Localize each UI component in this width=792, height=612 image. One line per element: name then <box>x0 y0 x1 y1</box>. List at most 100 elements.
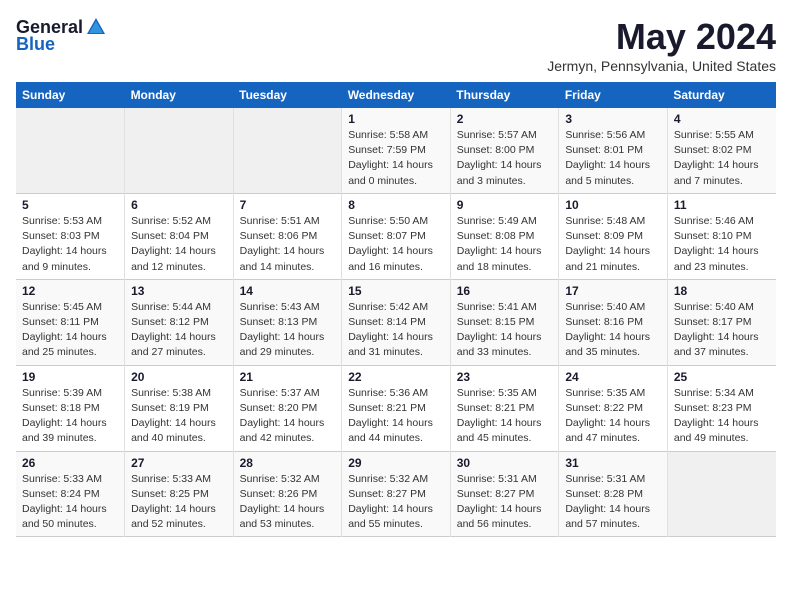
calendar-cell: 31 Sunrise: 5:31 AMSunset: 8:28 PMDayligh… <box>559 451 668 537</box>
day-number: 28 <box>240 456 336 470</box>
day-info: Sunrise: 5:31 AMSunset: 8:28 PMDaylight:… <box>565 472 661 533</box>
calendar-cell: 5Sunrise: 5:53 AMSunset: 8:03 PMDaylight… <box>16 193 125 279</box>
calendar-cell: 29 Sunrise: 5:32 AMSunset: 8:27 PMDayligh… <box>342 451 451 537</box>
day-number: 14 <box>240 284 336 298</box>
day-number: 11 <box>674 198 770 212</box>
weekday-header-sunday: Sunday <box>16 82 125 108</box>
calendar-cell: 26 Sunrise: 5:33 AMSunset: 8:24 PMDayligh… <box>16 451 125 537</box>
day-number: 8 <box>348 198 444 212</box>
calendar-cell: 12 Sunrise: 5:45 AMSunset: 8:11 PMDayligh… <box>16 279 125 365</box>
day-info: Sunrise: 5:40 AMSunset: 8:17 PMDaylight:… <box>674 300 770 361</box>
day-number: 25 <box>674 370 770 384</box>
week-row-1: 1 Sunrise: 5:58 AMSunset: 7:59 PMDaylight… <box>16 108 776 193</box>
logo-blue-text: Blue <box>16 34 55 55</box>
day-number: 17 <box>565 284 661 298</box>
calendar-cell <box>667 451 776 537</box>
day-number: 20 <box>131 370 227 384</box>
calendar-cell: 7Sunrise: 5:51 AMSunset: 8:06 PMDaylight… <box>233 193 342 279</box>
weekday-header-tuesday: Tuesday <box>233 82 342 108</box>
day-info: Sunrise: 5:44 AMSunset: 8:12 PMDaylight:… <box>131 300 227 361</box>
calendar-cell: 11 Sunrise: 5:46 AMSunset: 8:10 PMDayligh… <box>667 193 776 279</box>
calendar-cell: 17 Sunrise: 5:40 AMSunset: 8:16 PMDayligh… <box>559 279 668 365</box>
weekday-header-wednesday: Wednesday <box>342 82 451 108</box>
weekday-header-friday: Friday <box>559 82 668 108</box>
day-info: Sunrise: 5:45 AMSunset: 8:11 PMDaylight:… <box>22 300 118 361</box>
day-info: Sunrise: 5:35 AMSunset: 8:22 PMDaylight:… <box>565 386 661 447</box>
calendar-cell: 22Sunrise: 5:36 AMSunset: 8:21 PMDayligh… <box>342 365 451 451</box>
day-info: Sunrise: 5:36 AMSunset: 8:21 PMDaylight:… <box>348 386 444 447</box>
day-info: Sunrise: 5:40 AMSunset: 8:16 PMDaylight:… <box>565 300 661 361</box>
calendar-cell: 25 Sunrise: 5:34 AMSunset: 8:23 PMDayligh… <box>667 365 776 451</box>
day-number: 12 <box>22 284 118 298</box>
week-row-3: 12 Sunrise: 5:45 AMSunset: 8:11 PMDayligh… <box>16 279 776 365</box>
day-info: Sunrise: 5:46 AMSunset: 8:10 PMDaylight:… <box>674 214 770 275</box>
day-info: Sunrise: 5:41 AMSunset: 8:15 PMDaylight:… <box>457 300 553 361</box>
weekday-header-monday: Monday <box>125 82 234 108</box>
day-info: Sunrise: 5:35 AMSunset: 8:21 PMDaylight:… <box>457 386 553 447</box>
calendar-cell: 9Sunrise: 5:49 AMSunset: 8:08 PMDaylight… <box>450 193 559 279</box>
calendar-cell: 18 Sunrise: 5:40 AMSunset: 8:17 PMDayligh… <box>667 279 776 365</box>
day-info: Sunrise: 5:32 AMSunset: 8:27 PMDaylight:… <box>348 472 444 533</box>
day-info: Sunrise: 5:43 AMSunset: 8:13 PMDaylight:… <box>240 300 336 361</box>
day-number: 9 <box>457 198 553 212</box>
day-number: 23 <box>457 370 553 384</box>
week-row-2: 5Sunrise: 5:53 AMSunset: 8:03 PMDaylight… <box>16 193 776 279</box>
day-info: Sunrise: 5:42 AMSunset: 8:14 PMDaylight:… <box>348 300 444 361</box>
day-info: Sunrise: 5:55 AMSunset: 8:02 PMDaylight:… <box>674 128 770 189</box>
calendar-cell: 21 Sunrise: 5:37 AMSunset: 8:20 PMDayligh… <box>233 365 342 451</box>
calendar-cell: 10Sunrise: 5:48 AMSunset: 8:09 PMDayligh… <box>559 193 668 279</box>
day-number: 30 <box>457 456 553 470</box>
page-header: General Blue May 2024 Jermyn, Pennsylvan… <box>16 16 776 74</box>
day-number: 4 <box>674 112 770 126</box>
calendar-cell: 8 Sunrise: 5:50 AMSunset: 8:07 PMDaylight… <box>342 193 451 279</box>
day-number: 31 <box>565 456 661 470</box>
day-info: Sunrise: 5:32 AMSunset: 8:26 PMDaylight:… <box>240 472 336 533</box>
day-number: 1 <box>348 112 444 126</box>
day-number: 15 <box>348 284 444 298</box>
day-number: 21 <box>240 370 336 384</box>
day-number: 29 <box>348 456 444 470</box>
calendar-cell: 30Sunrise: 5:31 AMSunset: 8:27 PMDayligh… <box>450 451 559 537</box>
calendar-cell: 27 Sunrise: 5:33 AMSunset: 8:25 PMDayligh… <box>125 451 234 537</box>
calendar-cell: 24 Sunrise: 5:35 AMSunset: 8:22 PMDayligh… <box>559 365 668 451</box>
weekday-header-saturday: Saturday <box>667 82 776 108</box>
calendar-cell: 15 Sunrise: 5:42 AMSunset: 8:14 PMDayligh… <box>342 279 451 365</box>
day-number: 26 <box>22 456 118 470</box>
day-info: Sunrise: 5:51 AMSunset: 8:06 PMDaylight:… <box>240 214 336 275</box>
month-title: May 2024 <box>547 16 776 58</box>
day-info: Sunrise: 5:34 AMSunset: 8:23 PMDaylight:… <box>674 386 770 447</box>
day-info: Sunrise: 5:57 AMSunset: 8:00 PMDaylight:… <box>457 128 553 189</box>
day-info: Sunrise: 5:52 AMSunset: 8:04 PMDaylight:… <box>131 214 227 275</box>
day-info: Sunrise: 5:48 AMSunset: 8:09 PMDaylight:… <box>565 214 661 275</box>
calendar-cell: 23 Sunrise: 5:35 AMSunset: 8:21 PMDayligh… <box>450 365 559 451</box>
day-info: Sunrise: 5:33 AMSunset: 8:25 PMDaylight:… <box>131 472 227 533</box>
calendar-cell: 14 Sunrise: 5:43 AMSunset: 8:13 PMDayligh… <box>233 279 342 365</box>
day-info: Sunrise: 5:58 AMSunset: 7:59 PMDaylight:… <box>348 128 444 189</box>
day-number: 2 <box>457 112 553 126</box>
calendar-cell <box>125 108 234 193</box>
week-row-5: 26 Sunrise: 5:33 AMSunset: 8:24 PMDayligh… <box>16 451 776 537</box>
day-number: 13 <box>131 284 227 298</box>
calendar-cell: 6 Sunrise: 5:52 AMSunset: 8:04 PMDaylight… <box>125 193 234 279</box>
week-row-4: 19Sunrise: 5:39 AMSunset: 8:18 PMDayligh… <box>16 365 776 451</box>
calendar-cell: 20Sunrise: 5:38 AMSunset: 8:19 PMDayligh… <box>125 365 234 451</box>
calendar-cell: 28 Sunrise: 5:32 AMSunset: 8:26 PMDayligh… <box>233 451 342 537</box>
calendar-cell: 4 Sunrise: 5:55 AMSunset: 8:02 PMDaylight… <box>667 108 776 193</box>
calendar-cell: 16 Sunrise: 5:41 AMSunset: 8:15 PMDayligh… <box>450 279 559 365</box>
day-number: 27 <box>131 456 227 470</box>
weekday-header-thursday: Thursday <box>450 82 559 108</box>
logo-icon <box>85 16 107 38</box>
weekday-header-row: SundayMondayTuesdayWednesdayThursdayFrid… <box>16 82 776 108</box>
calendar-cell: 1 Sunrise: 5:58 AMSunset: 7:59 PMDaylight… <box>342 108 451 193</box>
day-number: 16 <box>457 284 553 298</box>
day-number: 24 <box>565 370 661 384</box>
day-info: Sunrise: 5:39 AMSunset: 8:18 PMDaylight:… <box>22 386 118 447</box>
day-info: Sunrise: 5:56 AMSunset: 8:01 PMDaylight:… <box>565 128 661 189</box>
day-number: 6 <box>131 198 227 212</box>
day-number: 18 <box>674 284 770 298</box>
day-info: Sunrise: 5:37 AMSunset: 8:20 PMDaylight:… <box>240 386 336 447</box>
location: Jermyn, Pennsylvania, United States <box>547 58 776 74</box>
day-info: Sunrise: 5:50 AMSunset: 8:07 PMDaylight:… <box>348 214 444 275</box>
day-info: Sunrise: 5:53 AMSunset: 8:03 PMDaylight:… <box>22 214 118 275</box>
day-info: Sunrise: 5:33 AMSunset: 8:24 PMDaylight:… <box>22 472 118 533</box>
